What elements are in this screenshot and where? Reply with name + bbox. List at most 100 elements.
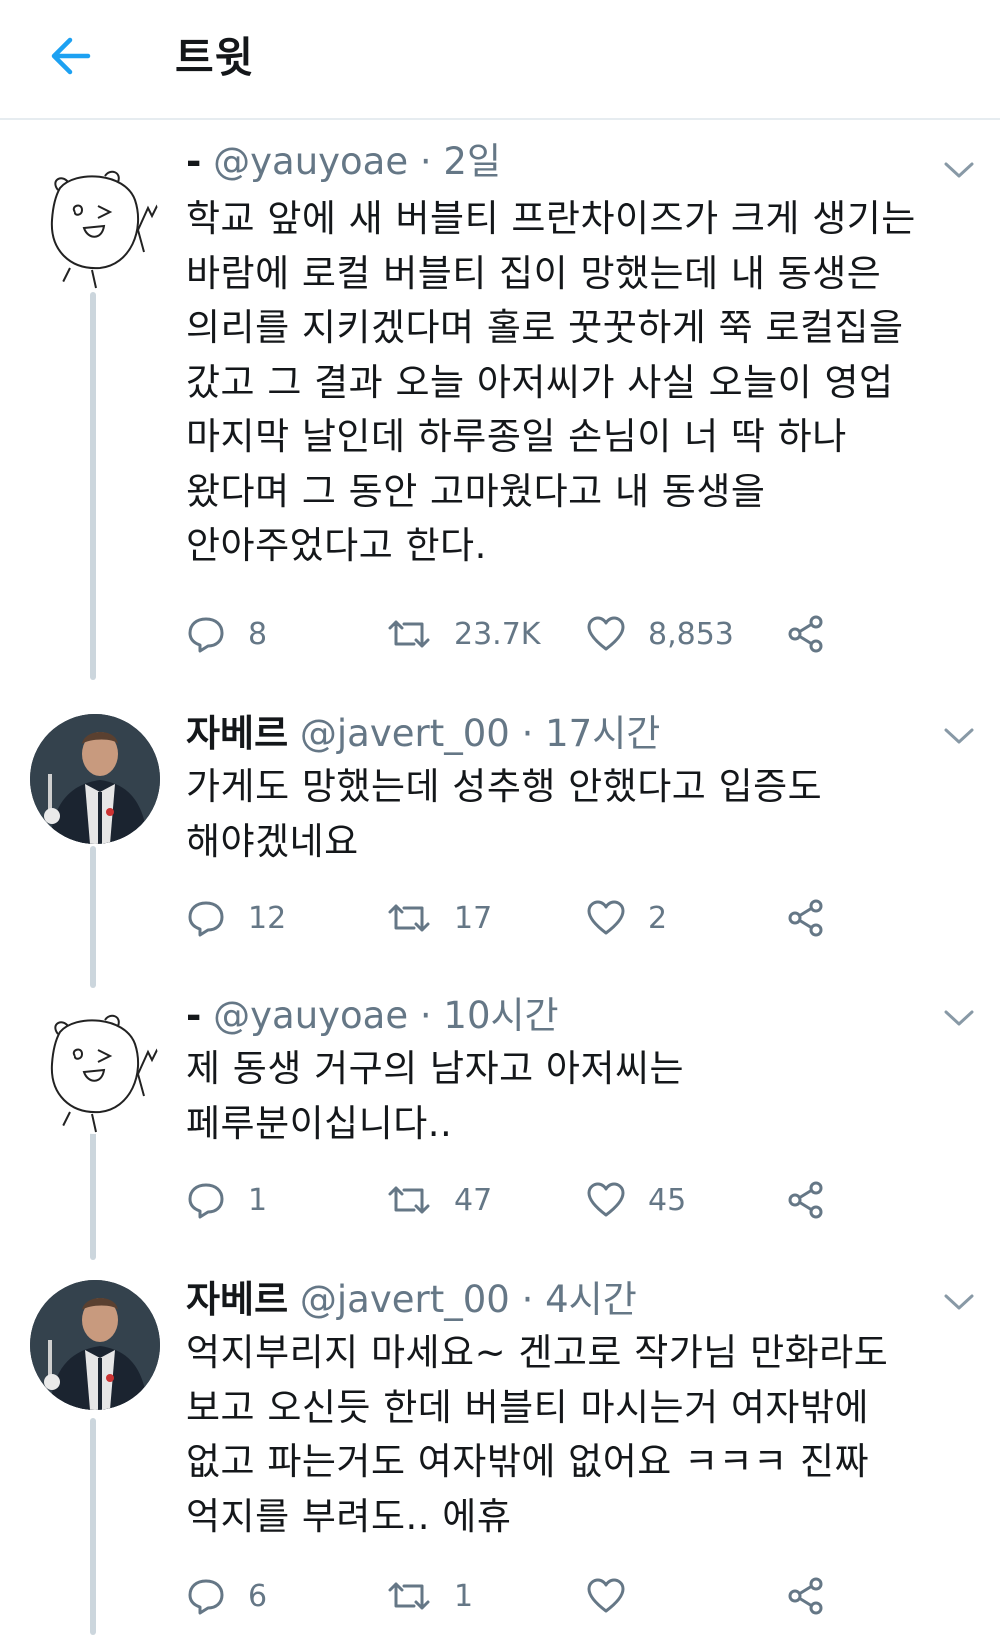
avatar[interactable] [30,160,160,290]
share-button[interactable] [786,612,826,656]
tweet-text-line: 학교 앞에 새 버블티 프란차이즈가 크게 생기는 [186,197,916,240]
reply-count: 6 [248,1578,268,1614]
separator-dot: · [419,140,432,183]
back-button[interactable] [40,26,100,86]
retweet-button[interactable]: 17 [386,896,492,940]
username[interactable]: @yauyoae [213,140,408,183]
tweet-text-line: 억지부리지 마세요~ 겐고로 작가님 만화라도 [186,1331,889,1374]
reply-button[interactable]: 1 [186,1178,267,1222]
separator-dot: · [521,1278,534,1321]
tweet-actions: 6 1 [186,1574,966,1618]
profile-photo-icon [30,714,160,844]
display-name[interactable]: 자베르 [186,712,288,755]
heart-icon [587,900,625,935]
retweet-button[interactable]: 1 [386,1574,473,1618]
tweet-text-line: 의리를 지키겠다며 홀로 꿋꿋하게 쭉 로컬집을 [186,306,904,349]
tweet-menu-button[interactable] [942,1006,976,1030]
tweet-menu-button[interactable] [942,1290,976,1314]
retweet-icon [388,620,430,648]
retweet-icon [388,1582,430,1610]
tweet-text-line: 제 동생 거구의 남자고 아저씨는 [186,1047,685,1090]
avatar[interactable] [30,1004,160,1134]
tweet-text-line: 안아주었다고 한다. [186,524,487,567]
chevron-down-icon [944,728,974,744]
thread-line [90,1130,96,1260]
tweet-text: 가게도 망했는데 성추행 안했다고 입증도 해야겠네요 [186,760,976,869]
reply-icon [188,1183,224,1219]
username[interactable]: @javert_00 [300,1278,510,1321]
tweet-text: 제 동생 거구의 남자고 아저씨는 페루분이십니다.. [186,1042,976,1151]
like-count: 8,853 [648,616,734,652]
avatar[interactable] [30,1280,160,1410]
username[interactable]: @javert_00 [300,712,510,755]
thread-line [90,1418,96,1635]
doodle-face-icon [50,1014,159,1133]
like-button[interactable]: 8,853 [586,612,734,656]
tweet-text-line: 마지막 날인데 하루종일 손님이 너 딱 하나 [186,415,847,458]
tweet-text-line: 억지를 부려도.. 에휴 [186,1494,512,1538]
reply-icon [188,617,224,653]
heart-icon [587,1578,625,1613]
tweet-actions: 8 23.7K 8,853 [186,612,966,656]
reply-count: 8 [248,616,268,652]
top-bar: 트윗 [0,0,1000,120]
display-name[interactable]: - [186,994,201,1037]
retweet-icon [388,1186,430,1214]
timestamp[interactable]: 17시간 [545,712,660,755]
tweet-header: - @yauyoae · 10시간 [186,994,559,1038]
retweet-icon [388,904,430,932]
tweet-menu-button[interactable] [942,158,976,182]
tweet-actions: 1 47 45 [186,1178,966,1222]
reply-icon [188,901,224,937]
chevron-down-icon [944,162,974,178]
tweet-header: 자베르 @javert_00 · 17시간 [186,712,660,756]
separator-dot: · [419,994,432,1037]
retweet-button[interactable]: 47 [386,1178,492,1222]
retweet-count: 47 [454,1182,493,1218]
tweet-text-line: 갔고 그 결과 오늘 아저씨가 사실 오늘이 영업 [186,360,894,404]
thread-line [90,292,96,680]
share-icon [788,899,823,937]
like-button[interactable] [586,1574,648,1618]
separator-dot: · [521,712,534,755]
tweet-text: 억지부리지 마세요~ 겐고로 작가님 만화라도 보고 오신듯 한데 버블티 마시… [186,1326,976,1544]
avatar[interactable] [30,714,160,844]
retweet-count: 23.7K [454,616,541,652]
tweet-text-line: 가게도 망했는데 성추행 안했다고 입증도 [186,765,823,808]
share-button[interactable] [786,1574,826,1618]
tweet-text-line: 페루분이십니다.. [186,1101,453,1145]
timestamp[interactable]: 10시간 [443,994,558,1037]
share-icon [788,615,823,653]
heart-icon [587,616,625,651]
tweet-actions: 12 17 2 [186,896,966,940]
reply-button[interactable]: 6 [186,1574,267,1618]
timestamp[interactable]: 4시간 [545,1278,637,1321]
chevron-down-icon [944,1010,974,1026]
retweet-count: 1 [454,1578,474,1614]
reply-button[interactable]: 12 [186,896,286,940]
tweet-header: 자베르 @javert_00 · 4시간 [186,1278,637,1322]
timestamp[interactable]: 2일 [443,140,501,183]
reply-icon [188,1579,224,1615]
tweet-header: - @yauyoae · 2일 [186,140,501,184]
profile-photo-icon [30,1280,160,1410]
share-icon [788,1577,823,1615]
like-count: 45 [648,1182,687,1218]
like-button[interactable]: 45 [586,1178,686,1222]
reply-count: 1 [248,1182,268,1218]
reply-button[interactable]: 8 [186,612,267,656]
tweet-text-line: 보고 오신듯 한데 버블티 마시는거 여자밖에 [186,1385,870,1429]
display-name[interactable]: 자베르 [186,1278,288,1321]
share-button[interactable] [786,1178,826,1222]
tweet-menu-button[interactable] [942,724,976,748]
chevron-down-icon [944,1294,974,1310]
like-count: 2 [648,900,668,936]
display-name[interactable]: - [186,140,201,183]
tweet-text-line: 왔다며 그 동안 고마웠다고 내 동생을 [186,469,766,513]
reply-count: 12 [248,900,287,936]
like-button[interactable]: 2 [586,896,667,940]
doodle-face-icon [50,170,159,289]
share-button[interactable] [786,896,826,940]
username[interactable]: @yauyoae [213,994,408,1037]
retweet-button[interactable]: 23.7K [386,612,540,656]
